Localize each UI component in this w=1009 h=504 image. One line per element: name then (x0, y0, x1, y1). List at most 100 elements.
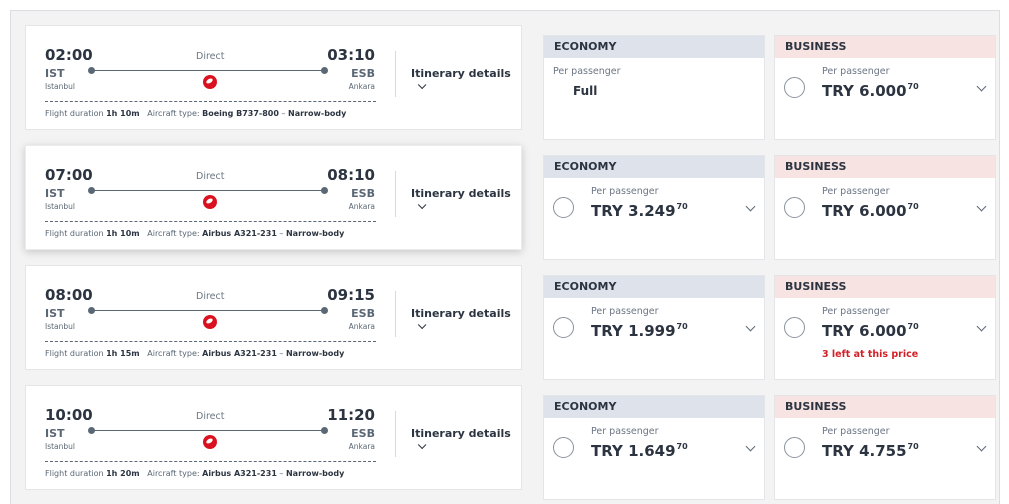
business-fare-card[interactable]: BUSINESS Per passenger TRY 6.00070 (774, 155, 996, 260)
turkish-airlines-logo-icon (203, 75, 217, 89)
economy-header: ECONOMY (544, 36, 764, 58)
itinerary-details-label: Itinerary details (411, 427, 511, 440)
price-amount: 6.000 (859, 322, 907, 340)
business-fare-radio[interactable] (784, 197, 805, 218)
departure-airport-code: IST (45, 427, 65, 440)
duration-value: 1h 20m (106, 469, 140, 478)
business-fare-card[interactable]: BUSINESS Per passenger TRY 6.00070 (774, 35, 996, 140)
route-start-dot (88, 67, 95, 74)
price-amount: 6.000 (859, 202, 907, 220)
arrival-city: Ankara (348, 82, 375, 91)
itinerary-details-button[interactable]: Itinerary details (411, 427, 521, 453)
route-end-dot (321, 67, 328, 74)
departure-city: Istanbul (45, 202, 76, 211)
flight-meta: Flight duration 1h 15m Aircraft type: Ai… (45, 349, 345, 358)
economy-price: TRY 1.64970 (591, 442, 688, 460)
economy-per-passenger-label: Per passenger (591, 426, 659, 437)
price-cents: 70 (907, 322, 919, 331)
stops-label: Direct (196, 171, 225, 182)
business-header: BUSINESS (775, 276, 995, 298)
price-currency: TRY (822, 322, 854, 340)
turkish-airlines-logo-icon (203, 195, 217, 209)
economy-fare-radio[interactable] (553, 437, 574, 458)
business-fare-radio[interactable] (784, 317, 805, 338)
route-end-dot (321, 187, 328, 194)
price-currency: TRY (822, 442, 854, 460)
price-amount: 4.755 (859, 442, 907, 460)
flight-results-panel: 02:00 IST Istanbul Direct 03:10 ESB Anka… (10, 10, 1000, 504)
vertical-divider (395, 171, 396, 217)
economy-fare-card[interactable]: ECONOMY Per passenger Full (543, 35, 765, 140)
chevron-down-icon[interactable] (976, 201, 987, 212)
itinerary-details-button[interactable]: Itinerary details (411, 67, 521, 93)
economy-per-passenger-label: Per passenger (553, 66, 621, 77)
chevron-down-icon[interactable] (745, 441, 756, 452)
price-cents: 70 (676, 442, 688, 451)
business-header: BUSINESS (775, 156, 995, 178)
departure-airport-code: IST (45, 187, 65, 200)
itinerary-details-label: Itinerary details (411, 67, 511, 80)
route-end-dot (321, 427, 328, 434)
departure-airport-code: IST (45, 67, 65, 80)
chevron-down-icon[interactable] (745, 321, 756, 332)
chevron-down-icon[interactable] (976, 81, 987, 92)
price-cents: 70 (676, 202, 688, 211)
itinerary-details-button[interactable]: Itinerary details (411, 307, 521, 333)
arrival-time: 11:20 (327, 406, 375, 424)
route-start-dot (88, 307, 95, 314)
business-price: TRY 6.00070 (822, 82, 919, 100)
flight-card[interactable]: 07:00 IST Istanbul Direct 08:10 ESB Anka… (25, 145, 522, 250)
price-currency: TRY (591, 322, 623, 340)
economy-fare-card[interactable]: ECONOMY Per passenger TRY 1.64970 (543, 395, 765, 500)
duration-value: 1h 15m (106, 349, 140, 358)
body-type: Narrow-body (285, 349, 345, 358)
duration-value: 1h 10m (106, 229, 140, 238)
arrival-airport-code: ESB (351, 67, 375, 80)
turkish-airlines-logo-icon (203, 315, 217, 329)
departure-time: 10:00 (45, 406, 93, 424)
aircraft-value: Airbus A321-231 (202, 349, 277, 358)
business-fare-card[interactable]: BUSINESS Per passenger TRY 6.00070 3 left … (774, 275, 996, 380)
business-fare-radio[interactable] (784, 437, 805, 458)
business-price: TRY 6.00070 (822, 202, 919, 220)
route-end-dot (321, 307, 328, 314)
price-currency: TRY (822, 202, 854, 220)
price-cents: 70 (907, 442, 919, 451)
economy-fare-card[interactable]: ECONOMY Per passenger TRY 1.99970 (543, 275, 765, 380)
business-fare-card[interactable]: BUSINESS Per passenger TRY 4.75570 (774, 395, 996, 500)
itinerary-details-button[interactable]: Itinerary details (411, 187, 521, 213)
departure-city: Istanbul (45, 82, 76, 91)
price-amount: 6.000 (859, 82, 907, 100)
economy-status: Full (573, 84, 598, 98)
departure-airport-code: IST (45, 307, 65, 320)
business-per-passenger-label: Per passenger (822, 306, 890, 317)
business-fare-radio[interactable] (784, 77, 805, 98)
turkish-airlines-logo-icon (203, 435, 217, 449)
price-amount: 1.649 (628, 442, 676, 460)
vertical-divider (395, 51, 396, 97)
economy-per-passenger-label: Per passenger (591, 186, 659, 197)
flight-card[interactable]: 02:00 IST Istanbul Direct 03:10 ESB Anka… (25, 25, 522, 130)
route-line (90, 70, 324, 71)
arrival-airport-code: ESB (351, 307, 375, 320)
economy-price: TRY 3.24970 (591, 202, 688, 220)
flight-card[interactable]: 10:00 IST Istanbul Direct 11:20 ESB Anka… (25, 385, 522, 490)
economy-per-passenger-label: Per passenger (591, 306, 659, 317)
aircraft-label: Aircraft type: (147, 229, 200, 238)
business-per-passenger-label: Per passenger (822, 186, 890, 197)
price-cents: 70 (907, 82, 919, 91)
economy-fare-radio[interactable] (553, 197, 574, 218)
stops-label: Direct (196, 51, 225, 62)
chevron-down-icon[interactable] (745, 201, 756, 212)
aircraft-value: Airbus A321-231 (202, 229, 277, 238)
flight-card[interactable]: 08:00 IST Istanbul Direct 09:15 ESB Anka… (25, 265, 522, 370)
economy-fare-card[interactable]: ECONOMY Per passenger TRY 3.24970 (543, 155, 765, 260)
itinerary-details-label: Itinerary details (411, 307, 511, 320)
business-price: TRY 6.00070 (822, 322, 919, 340)
chevron-down-icon (417, 440, 427, 450)
chevron-down-icon[interactable] (976, 321, 987, 332)
economy-fare-radio[interactable] (553, 317, 574, 338)
chevron-down-icon[interactable] (976, 441, 987, 452)
departure-city: Istanbul (45, 322, 76, 331)
departure-time: 07:00 (45, 166, 93, 184)
